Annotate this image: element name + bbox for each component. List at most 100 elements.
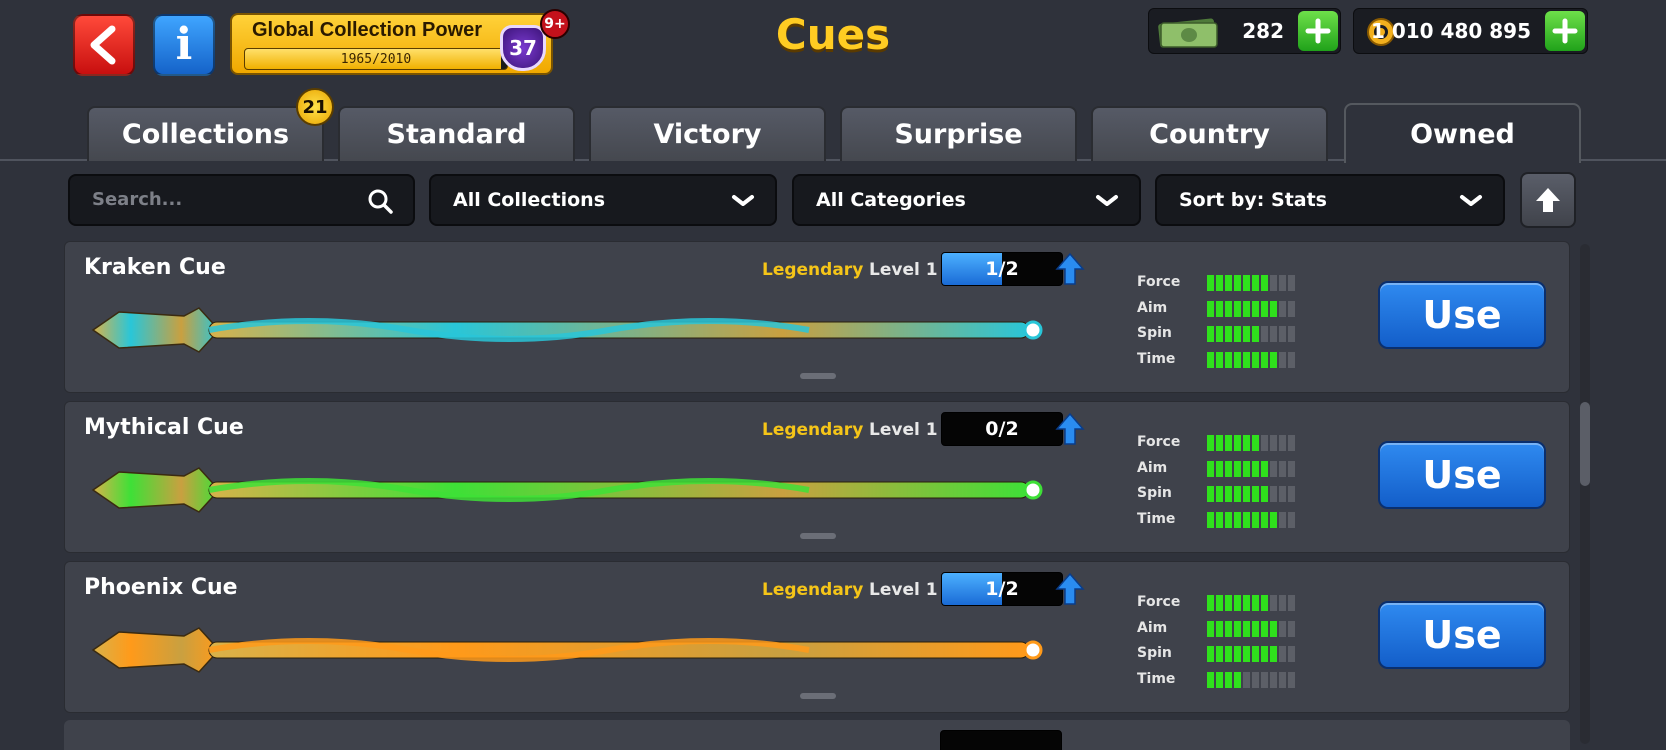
stat-segment — [1234, 595, 1241, 611]
drag-handle[interactable] — [800, 693, 836, 699]
tab-victory[interactable]: Victory — [589, 106, 826, 161]
global-collection-power[interactable]: Global Collection Power 1965/2010 37 9+ — [230, 9, 570, 75]
use-button[interactable]: Use — [1378, 281, 1546, 349]
cash-icon — [1158, 18, 1218, 48]
back-button[interactable] — [73, 14, 135, 76]
sort-dropdown[interactable]: Sort by: Stats — [1155, 174, 1505, 226]
upgrade-progress: 1/2 — [941, 252, 1063, 286]
stat-segment — [1279, 671, 1286, 688]
categories-dropdown[interactable]: All Categories — [792, 174, 1141, 226]
stat-row-aim: Aim — [1137, 618, 1297, 644]
cue-name: Phoenix Cue — [84, 575, 238, 600]
stat-segment — [1270, 486, 1277, 502]
stat-bar-time — [1207, 351, 1295, 368]
upgrade-arrow-icon[interactable] — [1055, 412, 1085, 446]
stat-segment — [1279, 646, 1286, 662]
stat-segment — [1252, 511, 1259, 528]
stat-segment — [1261, 460, 1268, 477]
sort-direction-button[interactable] — [1520, 172, 1576, 228]
stat-row-spin: Spin — [1137, 483, 1297, 509]
stat-bar-aim — [1207, 300, 1295, 317]
level-label: Level 1 — [869, 420, 938, 440]
rarity-label: Legendary — [762, 420, 864, 440]
stat-segment — [1216, 351, 1223, 368]
search-input[interactable]: Search... — [68, 174, 415, 226]
upgrade-arrow-icon[interactable] — [1055, 572, 1085, 606]
tab-surprise[interactable]: Surprise — [840, 106, 1077, 161]
stat-segment — [1288, 435, 1295, 451]
scrollbar-track[interactable] — [1580, 244, 1590, 744]
stat-segment — [1243, 671, 1250, 688]
cue-card[interactable]: Phoenix Cue Legendary Level 1 1/2 Force … — [64, 561, 1570, 713]
search-icon — [368, 189, 393, 214]
drag-handle[interactable] — [800, 533, 836, 539]
stat-segment — [1252, 595, 1259, 611]
stat-segment — [1270, 620, 1277, 637]
tab-label: Surprise — [894, 119, 1023, 150]
stat-segment — [1261, 595, 1268, 611]
stat-label: Time — [1137, 670, 1176, 687]
drag-handle[interactable] — [800, 373, 836, 379]
stat-label: Time — [1137, 510, 1176, 527]
stat-segment — [1279, 275, 1286, 291]
info-button[interactable]: i — [153, 14, 215, 76]
upgrade-progress — [940, 730, 1062, 750]
tab-owned[interactable]: Owned — [1344, 103, 1581, 163]
stat-segment — [1279, 460, 1286, 477]
stat-segment — [1207, 620, 1214, 637]
collection-power-progress: 1965/2010 — [244, 48, 508, 70]
list-item-partial — [64, 720, 1570, 750]
stat-row-time: Time — [1137, 509, 1297, 535]
scrollbar-thumb[interactable] — [1580, 402, 1590, 486]
stat-label: Aim — [1137, 459, 1168, 476]
stat-bar-spin — [1207, 646, 1295, 662]
stat-segment — [1261, 326, 1268, 342]
stat-row-time: Time — [1137, 669, 1297, 695]
stat-row-aim: Aim — [1137, 298, 1297, 324]
stat-label: Spin — [1137, 645, 1172, 661]
use-button[interactable]: Use — [1378, 601, 1546, 669]
stat-segment — [1216, 435, 1223, 451]
stat-segment — [1288, 460, 1295, 477]
stat-label: Time — [1137, 350, 1176, 367]
stat-segment — [1252, 671, 1259, 688]
stat-segment — [1270, 275, 1277, 291]
stat-segment — [1270, 351, 1277, 368]
cue-name: Mythical Cue — [84, 415, 244, 440]
use-button[interactable]: Use — [1378, 441, 1546, 509]
stat-segment — [1243, 620, 1250, 637]
tab-country[interactable]: Country — [1091, 106, 1328, 161]
tab-standard[interactable]: Standard — [338, 106, 575, 161]
stat-label: Spin — [1137, 325, 1172, 341]
upgrade-arrow-icon[interactable] — [1055, 252, 1085, 286]
stat-segment — [1207, 275, 1214, 291]
stat-segment — [1243, 275, 1250, 291]
cue-card[interactable]: Mythical Cue Legendary Level 1 0/2 Force… — [64, 401, 1570, 553]
stat-segment — [1216, 646, 1223, 662]
stat-segment — [1261, 486, 1268, 502]
stat-segment — [1288, 300, 1295, 317]
stat-bar-spin — [1207, 326, 1295, 342]
stat-segment — [1225, 486, 1232, 502]
stat-segment — [1234, 646, 1241, 662]
chevron-down-icon — [1460, 195, 1482, 206]
stat-segment — [1207, 595, 1214, 611]
add-cash-button[interactable] — [1298, 11, 1338, 51]
stat-segment — [1279, 595, 1286, 611]
stat-segment — [1243, 351, 1250, 368]
stat-segment — [1234, 620, 1241, 637]
stat-segment — [1252, 460, 1259, 477]
stat-segment — [1279, 620, 1286, 637]
search-placeholder: Search... — [92, 189, 183, 210]
collection-power-title: Global Collection Power — [252, 19, 483, 41]
cue-card[interactable]: Kraken Cue Legendary Level 1 1/2 Force A… — [64, 241, 1570, 393]
stat-segment — [1234, 435, 1241, 451]
add-coins-button[interactable] — [1545, 11, 1585, 51]
stat-segment — [1261, 511, 1268, 528]
tab-collections[interactable]: Collections — [87, 106, 324, 161]
stat-segment — [1234, 300, 1241, 317]
stat-row-spin: Spin — [1137, 643, 1297, 669]
stat-segment — [1243, 300, 1250, 317]
collections-dropdown[interactable]: All Collections — [429, 174, 777, 226]
stat-segment — [1216, 275, 1223, 291]
